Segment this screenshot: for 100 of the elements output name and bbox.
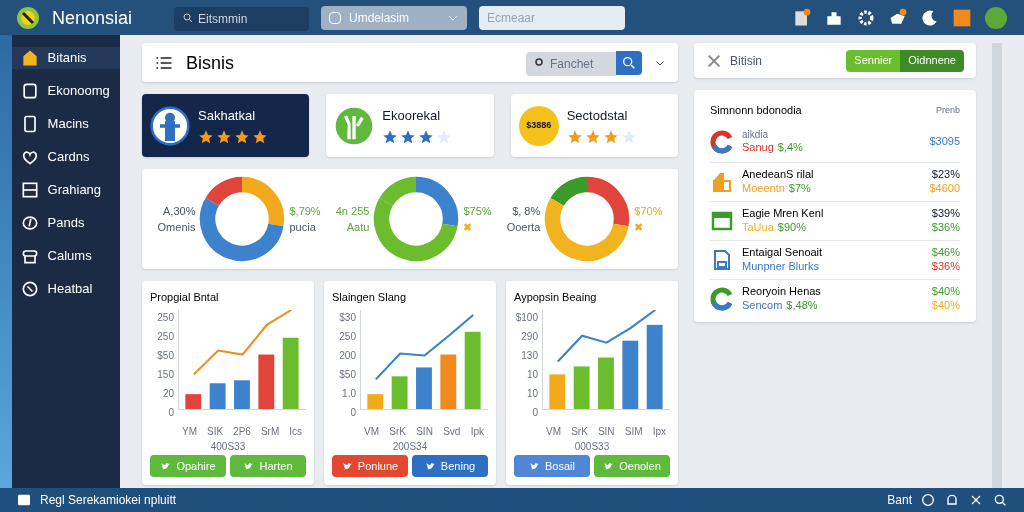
list-row[interactable]: Eagie Mren Kenl TaUua $90% $39% $36% [710, 200, 960, 240]
search-field[interactable]: Eitsmmin [174, 6, 309, 31]
donut-label: 4n 255 [335, 203, 370, 219]
star-icon [418, 129, 435, 146]
star-icon [234, 129, 250, 146]
axis-label: 130 [520, 348, 538, 363]
row-value: $23% [931, 167, 960, 182]
axis-label: SrM [260, 424, 280, 439]
donut-label: Omenis [157, 220, 196, 235]
axis-label: VM [364, 424, 379, 439]
tab[interactable]: Oidnnene [900, 49, 964, 72]
profile-card[interactable]: Sakhatkal [142, 94, 310, 157]
row-value: $36% [931, 220, 960, 235]
star-icon [400, 129, 417, 146]
chart-title: Slaingen Slang [332, 290, 407, 305]
list-row[interactable]: AnedeanS rilal Moeentn $7% $23% $4600 [710, 161, 960, 201]
axis-label: $50 [156, 348, 174, 363]
bird-icon [424, 460, 437, 472]
chart-caption: 200S34 [391, 439, 429, 454]
text-field[interactable]: Ecmeaar [479, 5, 625, 30]
sidebar-item[interactable]: Heatbal [11, 278, 120, 300]
row-name: AnedeanS rilal [742, 167, 814, 182]
action-button[interactable]: Ponlune [332, 455, 408, 477]
section-title: Bitisin [730, 52, 762, 69]
row-subtitle: Moeentn [742, 181, 785, 196]
star-icon [436, 129, 453, 146]
avatar-icon[interactable] [984, 5, 1008, 30]
ring-logo-icon [710, 286, 734, 311]
row-amount: $7% [788, 181, 811, 196]
axis-label: Ics [289, 424, 302, 439]
row-subtitle: Sencom [742, 298, 783, 313]
action-button[interactable]: Bening [412, 455, 488, 477]
list-row[interactable]: aikdia Sanug $,4% $3095 [710, 122, 960, 162]
sidebar-item[interactable]: Macins [11, 113, 120, 135]
sidebar-item[interactable]: Calums [11, 245, 120, 267]
profile-card[interactable]: $3886 Sectodstal [510, 94, 678, 157]
row-value: $36% [931, 259, 960, 274]
action-button[interactable]: Bosail [514, 455, 590, 477]
axis-label: 250 [156, 310, 174, 325]
donut-label: A,30% [163, 203, 196, 219]
chart-bar [258, 354, 275, 409]
axis-label: Ipx [652, 424, 666, 439]
bird-icon [529, 460, 541, 472]
chart-caption: 000S33 [573, 439, 611, 454]
row-value: $46% [931, 245, 960, 260]
axis-label: SrK [571, 424, 588, 439]
star-icon [602, 129, 619, 146]
sidebar-item[interactable]: Cardns [11, 146, 120, 168]
axis-label: 150 [156, 367, 174, 382]
bell-icon[interactable] [944, 492, 960, 508]
sidebar-item[interactable]: Pands [11, 212, 120, 234]
donut-label: ✖ [463, 220, 474, 235]
axis-label: $50 [338, 367, 356, 382]
star-icon [620, 129, 637, 146]
axis-label: 250 [156, 329, 174, 344]
clipboard-icon[interactable] [792, 7, 812, 28]
axis-label: YM [182, 424, 197, 439]
chart-bar [573, 365, 590, 409]
profile-name: Sectodstal [566, 106, 629, 125]
star-icon [216, 129, 232, 146]
axis-label: SrK [389, 424, 406, 439]
row-value: $3095 [929, 135, 960, 149]
list-row[interactable]: Entaigal Senoait Munpner Blurks $46% $36% [710, 239, 960, 279]
axis-label: 20 [161, 386, 174, 401]
axis-label: SIN [597, 424, 615, 439]
row-value: $40% [931, 284, 960, 299]
axis-label: 2P6 [233, 424, 251, 439]
profile-name: Ekoorekal [382, 106, 442, 125]
chart-bar [622, 340, 639, 409]
row-value: $4600 [929, 181, 960, 196]
sidebar-item[interactable]: Grahiang [11, 179, 120, 201]
row-name: Entaigal Senoait [742, 245, 823, 260]
sidebar-item[interactable]: Ekonoomg [11, 80, 120, 102]
square-icon[interactable] [952, 7, 972, 28]
axis-label: 0 [531, 405, 538, 420]
star-icon [566, 129, 583, 146]
chart-bar [367, 393, 384, 409]
row-caption: aikdia [742, 128, 770, 142]
person-icon [150, 105, 190, 146]
page-title: Bisnis [186, 51, 234, 75]
row-name: Eagie Mren Kenl [742, 206, 824, 221]
row-subtitle: Munpner Blurks [742, 259, 820, 274]
chart-title: Aypopsin Beaing [514, 290, 598, 305]
donut-label: Ooerta [506, 220, 541, 235]
scrollbar[interactable] [992, 43, 1002, 488]
profile-card[interactable]: Ekoorekal [326, 94, 494, 157]
chart-bar [185, 393, 202, 409]
search-field[interactable]: Fanchet [526, 51, 616, 76]
donut-label: $, 8% [512, 203, 541, 219]
row-subtitle: TaUua [742, 220, 774, 235]
profile-name: Sakhatkal [198, 106, 257, 125]
sidebar-item[interactable]: Bitanis [11, 47, 120, 69]
axis-label: 1.0 [341, 386, 356, 401]
status-text: Regl Serekamiokei npluitt [40, 492, 177, 508]
search-button[interactable] [616, 50, 642, 75]
axis-label: $30 [338, 310, 356, 325]
list-row[interactable]: Reoryoin Henas Sencom $,48% $40% $40% [710, 278, 960, 318]
axis-label: 0 [349, 405, 356, 420]
chart-bar [234, 379, 250, 409]
donut-label: Aatu [346, 220, 370, 235]
